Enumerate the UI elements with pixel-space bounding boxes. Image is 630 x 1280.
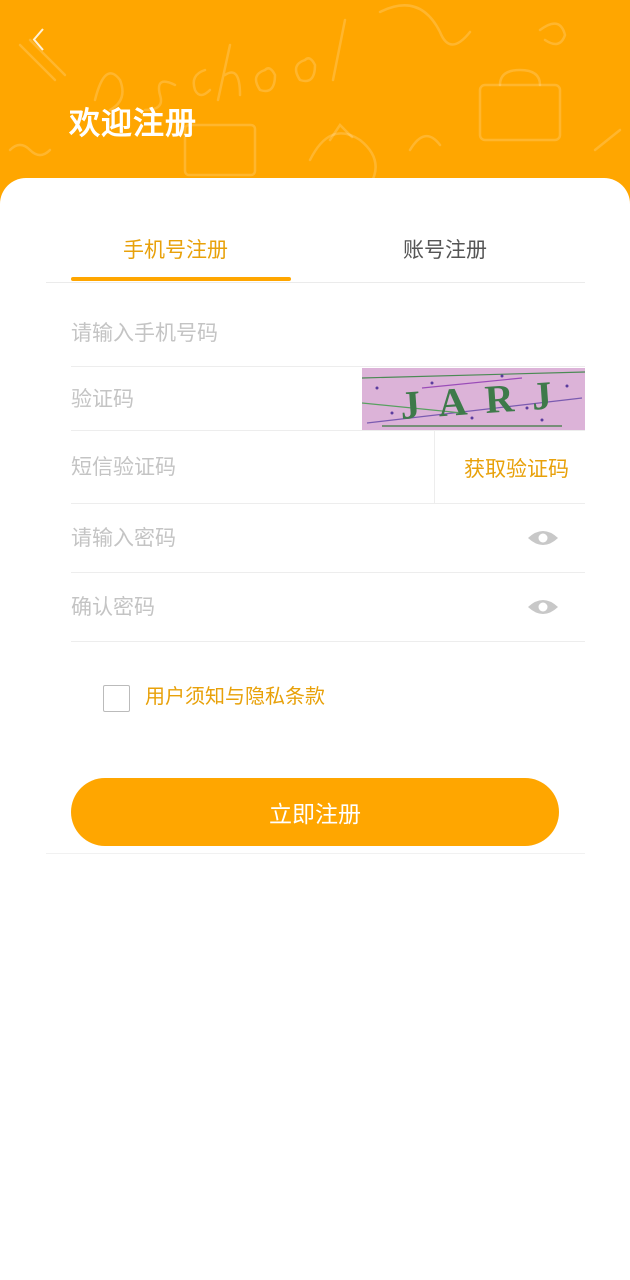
tab-account-register[interactable]: 账号注册 <box>403 234 487 264</box>
confirm-password-input[interactable] <box>71 594 491 620</box>
register-button[interactable]: 立即注册 <box>71 778 559 846</box>
sms-code-field: 获取验证码 <box>71 430 585 504</box>
get-sms-code-label: 获取验证码 <box>464 457 569 481</box>
phone-input[interactable] <box>71 320 571 346</box>
chevron-left-icon <box>32 28 44 51</box>
captcha-text: JARJ <box>399 371 572 428</box>
tab-phone-register[interactable]: 手机号注册 <box>123 234 228 264</box>
sms-code-input[interactable] <box>71 454 411 480</box>
password-field <box>71 503 585 573</box>
eye-icon[interactable] <box>527 597 559 617</box>
tab-bar: 手机号注册 账号注册 <box>46 178 585 283</box>
active-tab-indicator <box>71 277 291 281</box>
captcha-input[interactable] <box>71 386 341 412</box>
agreement-checkbox[interactable] <box>103 685 130 712</box>
divider <box>46 853 585 854</box>
phone-field <box>71 300 585 367</box>
registration-card: 手机号注册 账号注册 JARJ <box>0 178 630 1280</box>
page-title: 欢迎注册 <box>69 106 197 142</box>
get-sms-code-button[interactable]: 获取验证码 <box>434 430 585 503</box>
agreement-link[interactable]: 用户须知与隐私条款 <box>145 680 325 709</box>
captcha-field: JARJ <box>71 366 585 431</box>
back-button[interactable] <box>22 22 58 58</box>
password-input[interactable] <box>71 525 491 551</box>
confirm-password-field <box>71 572 585 642</box>
captcha-image[interactable]: JARJ <box>362 368 585 430</box>
eye-icon[interactable] <box>527 528 559 548</box>
